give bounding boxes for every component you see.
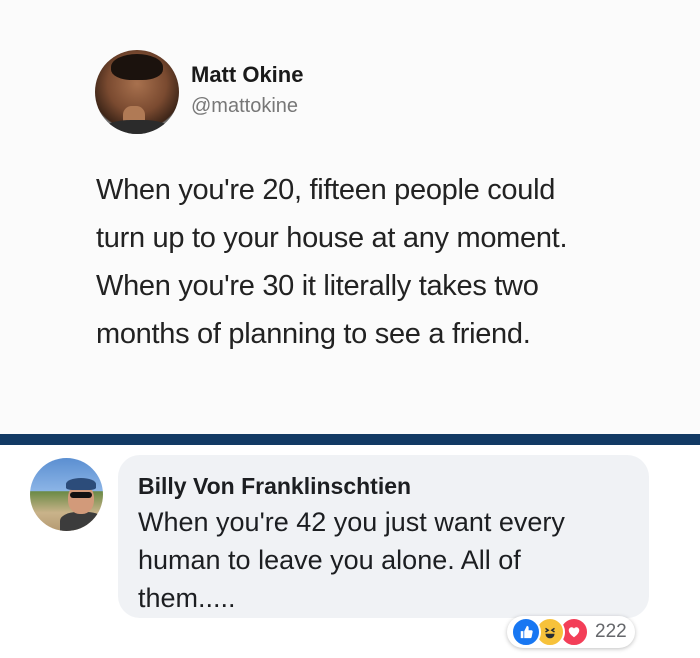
like-icon [511,617,541,647]
tweet-line: turn up to your house at any moment. [96,222,568,254]
tweet-avatar[interactable] [95,50,179,134]
commenter-avatar[interactable] [30,458,103,531]
tweet-text: When you're 20, fifteen people could tur… [96,166,676,358]
avatar-sunglasses [70,492,92,498]
reactions-summary[interactable]: 222 [507,616,635,648]
avatar-cap [66,478,96,490]
avatar-body [60,512,103,531]
comment-line: human to leave you alone. All of [138,545,521,575]
tweet-line: When you're 20, fifteen people could [96,174,556,206]
comment-line: When you're 42 you just want every [138,507,565,537]
tweet-line: months of planning to see a friend. [96,318,531,350]
avatar-shirt [105,120,169,134]
tweet-line: When you're 30 it literally takes two [96,270,539,302]
tweet-author-name[interactable]: Matt Okine [191,62,303,88]
section-divider [0,434,700,445]
comment-line: them..... [138,583,236,613]
reaction-count: 222 [595,621,627,642]
avatar-hair [111,54,163,80]
comment-text: When you're 42 you just want every human… [138,503,565,617]
commenter-name[interactable]: Billy Von Franklinschtien [138,473,411,500]
tweet-author-handle[interactable]: @mattokine [191,95,298,118]
tweet-card: Matt Okine @mattokine When you're 20, fi… [0,0,700,434]
